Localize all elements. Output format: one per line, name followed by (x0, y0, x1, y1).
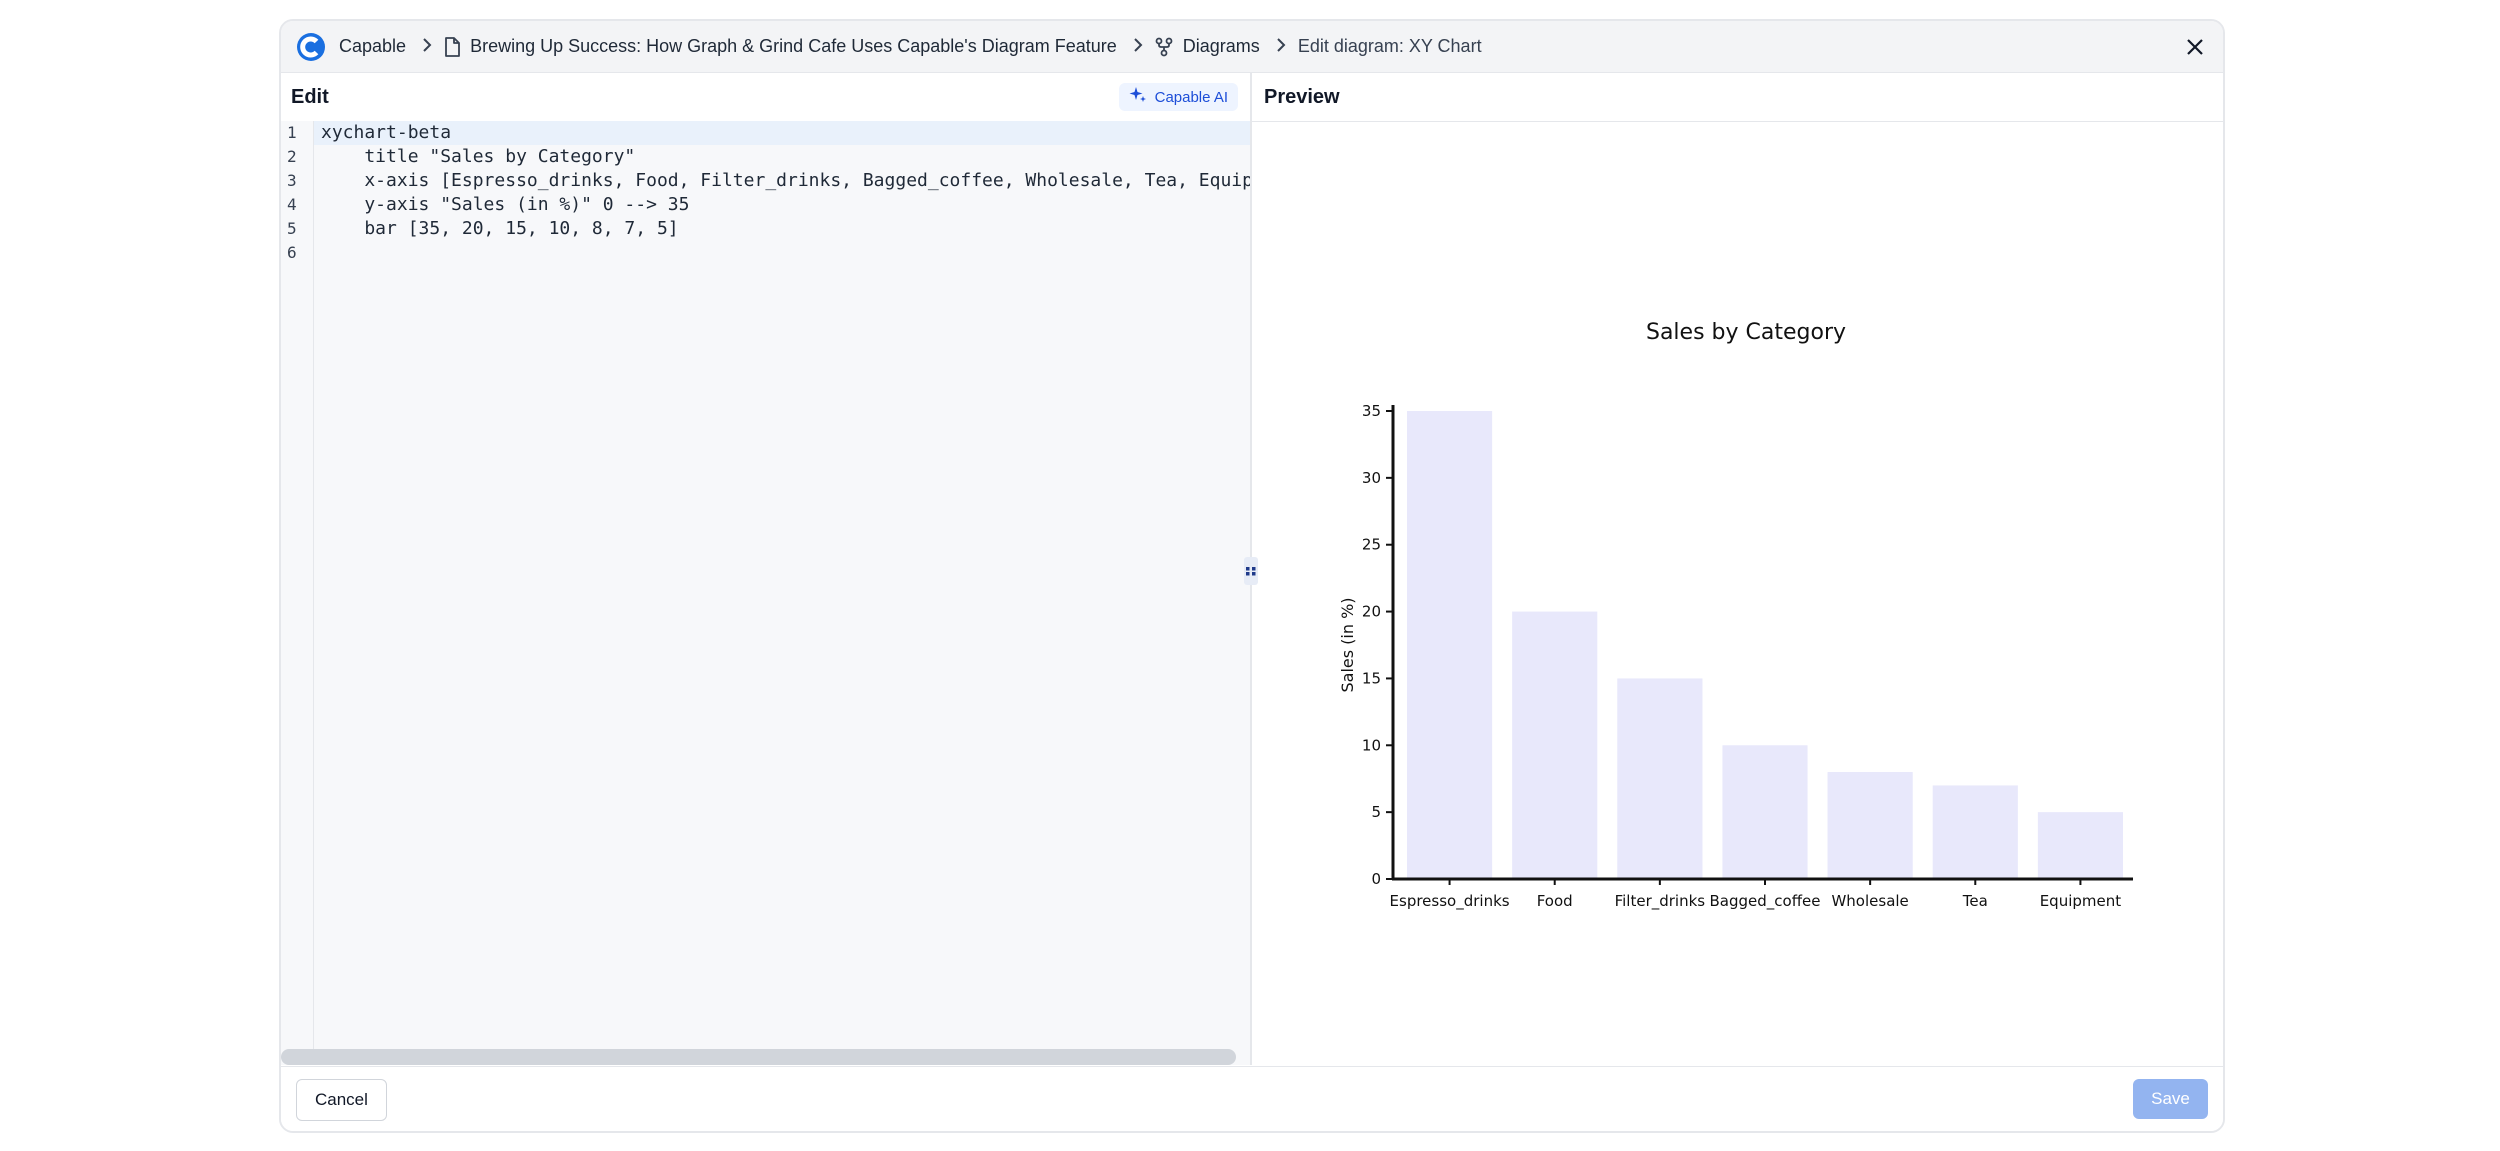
cancel-button[interactable]: Cancel (296, 1079, 387, 1121)
y-axis-label: Sales (in %) (1338, 597, 1357, 692)
chart-bar (2037, 812, 2124, 879)
chart-bar (1406, 411, 1493, 879)
edit-pane-header: Edit Capable AI (281, 73, 1250, 122)
line-number: 3 (287, 171, 297, 190)
line-number: 5 (287, 219, 297, 238)
chart-bar (1617, 678, 1703, 879)
preview-pane-title: Preview (1264, 85, 1340, 108)
capable-ai-label: Capable AI (1154, 88, 1228, 106)
line-number: 6 (287, 243, 297, 262)
breadcrumb-document[interactable]: Brewing Up Success: How Graph & Grind Ca… (470, 36, 1117, 57)
y-tick-label: 0 (1371, 870, 1381, 888)
edit-pane-title: Edit (291, 85, 329, 108)
preview-pane: Preview Sales by Category Espresso_drinks… (1252, 73, 2223, 1065)
diagram-fork-icon (1155, 37, 1173, 57)
save-button[interactable]: Save (2133, 1079, 2208, 1119)
document-icon (444, 36, 460, 57)
preview-pane-header: Preview (1252, 73, 2223, 122)
chart-title: Sales by Category (1646, 320, 1846, 345)
y-tick-label: 15 (1362, 669, 1381, 687)
code-content[interactable]: xychart-beta title "Sales by Category" x… (314, 121, 1250, 1065)
line-number-gutter: 1 2 3 4 5 6 (281, 121, 314, 1065)
chart-bar (1512, 611, 1598, 879)
chevron-right-icon (1276, 36, 1286, 57)
y-tick-label: 10 (1362, 736, 1381, 754)
line-number: 1 (287, 123, 297, 142)
dialog-footer: Cancel Save (281, 1066, 2223, 1131)
breadcrumb-current: Edit diagram: XY Chart (1297, 36, 1482, 56)
edit-diagram-dialog: Capable Brewing Up Success: How Graph & … (279, 19, 2225, 1133)
breadcrumb: Capable Brewing Up Success: How Graph & … (281, 21, 2223, 73)
chart-bar (1722, 745, 1808, 879)
pane-resize-handle[interactable] (1244, 557, 1258, 585)
chart-preview: Sales by Category Espresso_drinks Food Filt… (1252, 121, 2223, 1065)
code-line[interactable]: bar [35, 20, 15, 10, 8, 7, 5] (314, 217, 1250, 241)
x-tick-label: Wholesale (1831, 892, 1908, 910)
x-tick-label: Espresso_drinks (1390, 892, 1510, 911)
x-tick-label: Food (1537, 892, 1573, 910)
x-tick-label: Bagged_coffee (1710, 892, 1821, 911)
code-editor[interactable]: 1 2 3 4 5 6 xychart-beta title "Sales by… (281, 121, 1250, 1065)
x-tick-label: Equipment (2040, 892, 2122, 910)
x-tick-label: Tea (1962, 892, 1988, 910)
code-line[interactable]: x-axis [Espresso_drinks, Food, Filter_dr… (314, 169, 1250, 193)
code-line[interactable] (314, 241, 1250, 265)
close-icon[interactable] (2181, 33, 2209, 61)
sparkle-icon (1129, 86, 1147, 108)
code-line[interactable]: title "Sales by Category" (314, 145, 1250, 169)
y-tick-label: 25 (1362, 536, 1381, 554)
y-tick-label: 5 (1371, 803, 1381, 821)
breadcrumb-diagrams[interactable]: Diagrams (1183, 36, 1260, 57)
drag-handle-icon (1246, 567, 1256, 576)
y-tick-label: 20 (1362, 603, 1381, 621)
chevron-right-icon (1133, 36, 1143, 57)
bar-chart: Sales by Category Espresso_drinks Food Filt… (1338, 320, 2133, 911)
line-number: 4 (287, 195, 297, 214)
horizontal-scrollbar[interactable] (281, 1049, 1236, 1065)
y-tick-label: 30 (1362, 469, 1381, 487)
x-tick-label: Filter_drinks (1615, 892, 1706, 911)
code-line[interactable]: y-axis "Sales (in %)" 0 --> 35 (314, 193, 1250, 217)
capable-ai-button[interactable]: Capable AI (1118, 83, 1238, 111)
line-number: 2 (287, 147, 297, 166)
chevron-right-icon (422, 36, 432, 57)
breadcrumb-app[interactable]: Capable (339, 36, 406, 57)
chart-bar (1827, 772, 1913, 879)
capable-logo-icon (295, 31, 327, 63)
edit-pane: Edit Capable AI 1 2 3 4 5 6 xychart-beta… (281, 73, 1252, 1065)
code-line[interactable]: xychart-beta (314, 121, 1250, 145)
y-tick-label: 35 (1362, 402, 1381, 420)
chart-bar (1932, 785, 2018, 879)
